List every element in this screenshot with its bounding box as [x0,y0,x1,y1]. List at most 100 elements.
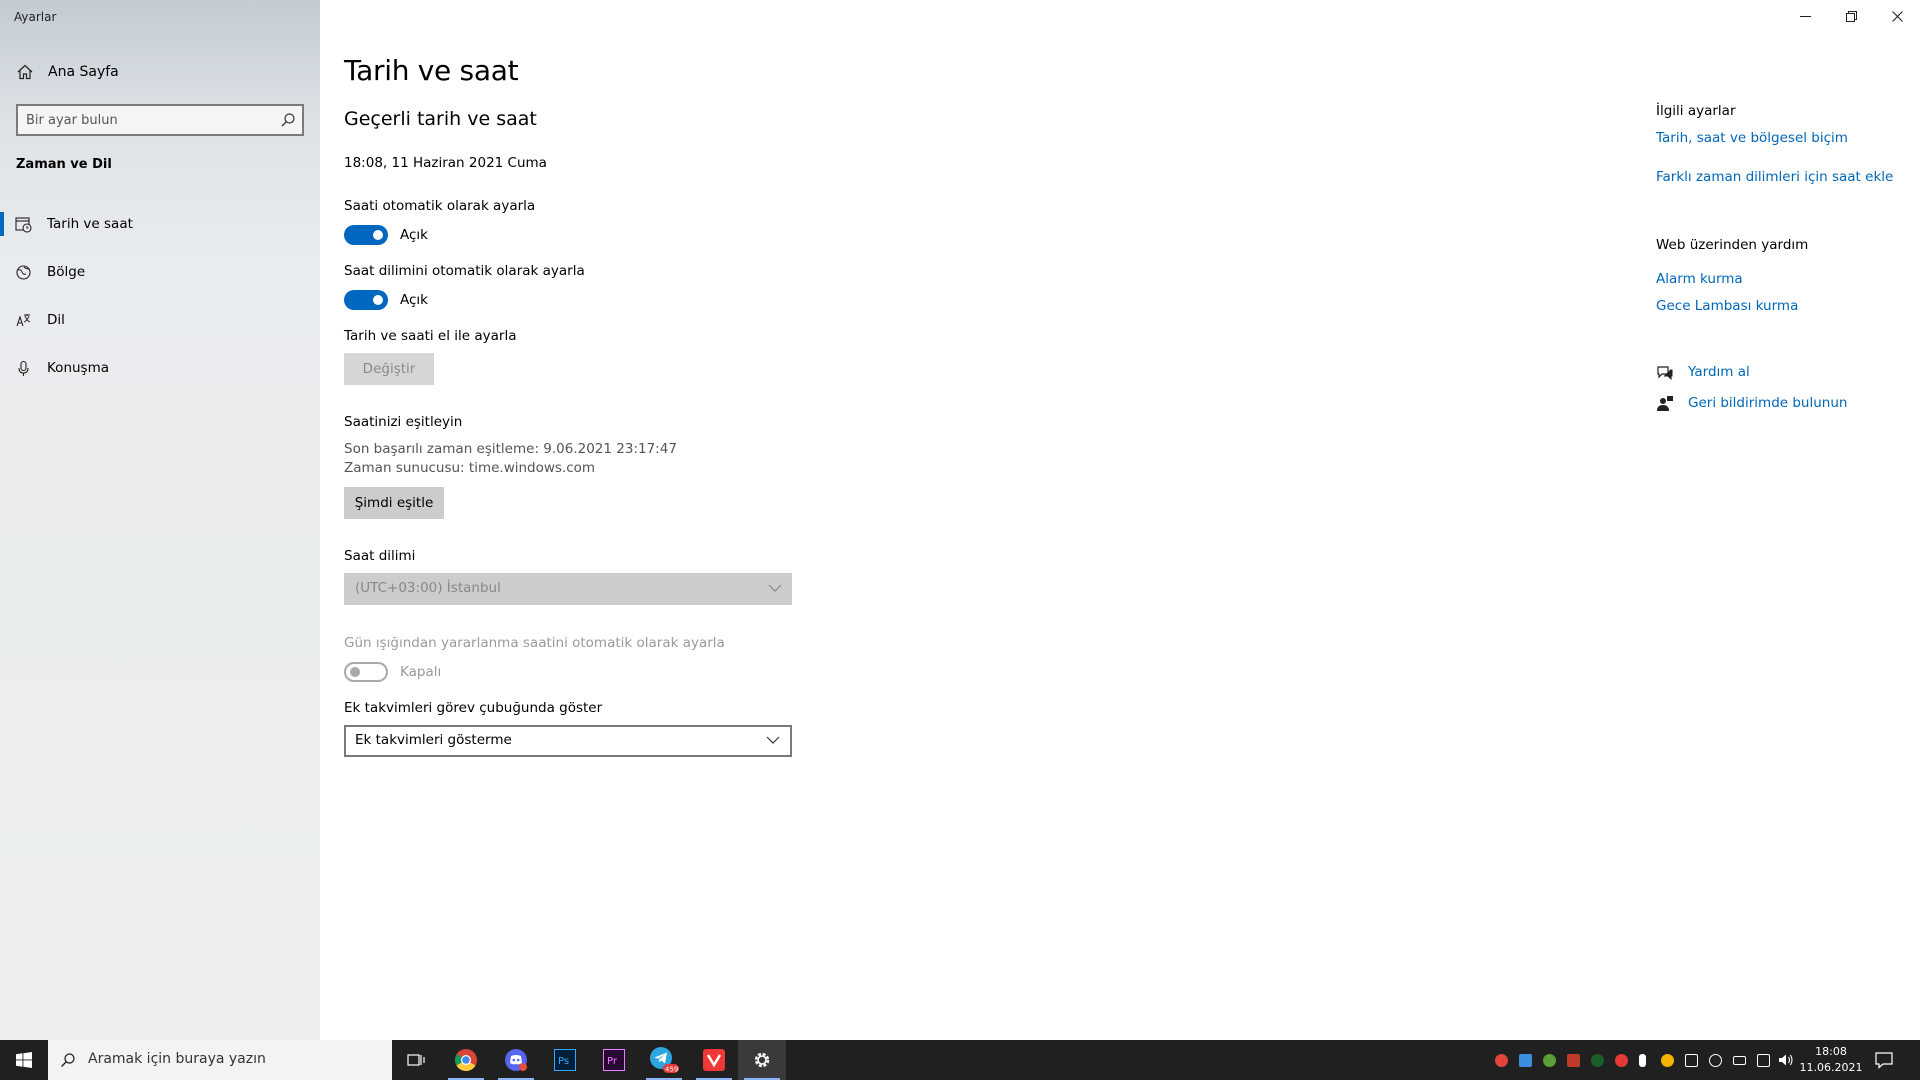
language-icon [16,314,31,327]
network-icon[interactable] [1733,1056,1746,1065]
sidebar-item-speech[interactable]: Konuşma [0,348,320,388]
photoshop-icon: Ps [554,1049,576,1071]
microphone-icon [18,360,29,376]
taskbar-chrome[interactable] [442,1040,490,1080]
main-content: Tarih ve saat Geçerli tarih ve saat 18:0… [320,0,1920,1040]
taskbar-photoshop[interactable]: Ps [541,1040,589,1080]
auto-timezone-toggle[interactable] [344,290,388,310]
premiere-icon: Pr [603,1049,625,1071]
settings-search-box[interactable] [16,104,304,136]
time-server-text: Zaman sunucusu: time.windows.com [344,460,596,476]
chrome-icon [455,1049,477,1071]
taskbar-search-box[interactable]: Aramak için buraya yazın [48,1040,392,1080]
clock-date: 11.06.2021 [1799,1061,1863,1074]
chat-help-icon [1657,366,1673,381]
sidebar-item-date-time[interactable]: Tarih ve saat [0,204,320,244]
timezone-dropdown[interactable]: (UTC+03:00) İstanbul [344,573,792,605]
home-nav-item[interactable]: Ana Sayfa [0,56,320,90]
feedback-item[interactable]: Geri bildirimde bulunun [1656,393,1876,415]
current-datetime-value: 18:08, 11 Haziran 2021 Cuma [344,155,547,171]
tray-app-icon[interactable] [1591,1054,1604,1067]
taskbar-premiere[interactable]: Pr [590,1040,638,1080]
timezone-value: (UTC+03:00) İstanbul [355,580,501,596]
web-help-heading: Web üzerinden yardım [1656,237,1809,253]
tray-app-icon[interactable] [1661,1054,1674,1067]
night-light-help-link[interactable]: Gece Lambası kurma [1656,298,1798,314]
taskbar-search-placeholder: Aramak için buraya yazın [88,1051,266,1067]
vivaldi-icon [703,1049,725,1071]
taskbar-clock[interactable]: 18:08 11.06.2021 [1796,1044,1866,1076]
svg-text:Pr: Pr [607,1056,618,1067]
timezone-label: Saat dilimi [344,548,416,564]
taskbar-settings[interactable] [738,1040,786,1080]
tray-app-icon[interactable] [1685,1054,1698,1067]
current-datetime-heading: Geçerli tarih ve saat [344,108,537,130]
feedback-person-icon [1657,396,1673,411]
extra-calendars-label: Ek takvimleri görev çubuğunda göster [344,700,603,716]
alarm-help-link[interactable]: Alarm kurma [1656,271,1743,287]
get-help-link[interactable]: Yardım al [1688,364,1750,380]
tray-app-icon[interactable] [1615,1054,1628,1067]
auto-time-label: Saati otomatik olarak ayarla [344,198,536,214]
tray-app-icon[interactable] [1567,1054,1580,1067]
taskbar-vivaldi[interactable] [690,1040,738,1080]
region-globe-icon [16,265,31,280]
telegram-icon: 459 [650,1047,679,1074]
get-help-item[interactable]: Yardım al [1656,362,1856,384]
svg-text:Ps: Ps [558,1056,569,1067]
auto-time-toggle[interactable] [344,225,388,245]
sidebar: Ayarlar Ana Sayfa Zaman ve Dil Tarih ve … [0,0,320,1040]
extra-calendars-value: Ek takvimleri gösterme [355,732,512,748]
microphone-tray-icon[interactable] [1639,1054,1646,1067]
tray-app-icon[interactable] [1519,1054,1532,1067]
tray-app-icon[interactable] [1495,1054,1508,1067]
dst-state: Kapalı [400,664,442,680]
manual-datetime-label: Tarih ve saati el ile ayarla [344,328,517,344]
date-time-icon [15,217,32,233]
auto-time-state: Açık [400,227,428,243]
sync-now-button[interactable]: Şimdi eşitle [344,487,444,519]
settings-search-input[interactable] [26,111,266,129]
home-label: Ana Sayfa [48,64,119,80]
dst-toggle[interactable] [344,662,388,682]
notification-center-icon[interactable] [1874,1050,1894,1070]
sidebar-item-label: Tarih ve saat [47,216,133,232]
app-title: Ayarlar [14,10,57,24]
change-button[interactable]: Değiştir [344,353,434,385]
add-clocks-link[interactable]: Farklı zaman dilimleri için saat ekle [1656,169,1893,185]
tray-app-icon[interactable] [1757,1054,1770,1067]
sidebar-item-label: Bölge [47,264,86,280]
sync-heading: Saatinizi eşitleyin [344,414,463,430]
chevron-down-icon [766,736,780,744]
windows-logo-icon [16,1052,32,1068]
search-icon[interactable] [280,112,296,128]
regional-format-link[interactable]: Tarih, saat ve bölgesel biçim [1656,130,1848,146]
sidebar-item-language[interactable]: Dil [0,300,320,340]
tray-app-icon[interactable] [1709,1054,1722,1067]
extra-calendars-dropdown[interactable]: Ek takvimleri gösterme [344,725,792,757]
task-view-icon [407,1054,425,1066]
sidebar-item-label: Dil [47,312,65,328]
search-icon [61,1053,75,1067]
clock-time: 18:08 [1815,1045,1847,1058]
related-settings-heading: İlgili ayarlar [1656,103,1736,119]
taskbar: Aramak için buraya yazın Ps Pr 459 18:08… [0,1040,1920,1080]
sidebar-item-region[interactable]: Bölge [0,252,320,292]
gear-icon [754,1052,770,1068]
feedback-link[interactable]: Geri bildirimde bulunun [1688,395,1847,411]
sidebar-item-label: Konuşma [47,360,110,376]
tray-app-icon[interactable] [1543,1054,1556,1067]
last-sync-text: Son başarılı zaman eşitleme: 9.06.2021 2… [344,441,677,457]
volume-icon[interactable] [1778,1053,1794,1067]
discord-icon [505,1049,527,1071]
telegram-badge: 459 [665,1066,678,1074]
sidebar-section-title: Zaman ve Dil [16,157,112,172]
task-view-button[interactable] [392,1040,440,1080]
auto-timezone-label: Saat dilimini otomatik olarak ayarla [344,263,585,279]
taskbar-telegram[interactable]: 459 [640,1040,688,1080]
taskbar-discord[interactable] [492,1040,540,1080]
start-button[interactable] [0,1040,48,1080]
home-icon [17,64,33,80]
page-title: Tarih ve saat [344,54,519,87]
auto-timezone-state: Açık [400,292,428,308]
